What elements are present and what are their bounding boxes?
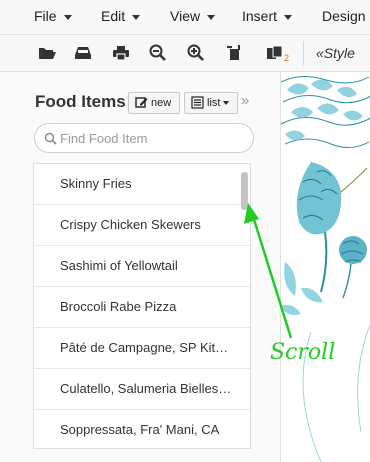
chevron-down-icon xyxy=(63,14,72,20)
zoom-in-icon[interactable] xyxy=(186,43,206,63)
scroll-annotation: Scroll xyxy=(270,340,336,365)
zoom-out-icon[interactable] xyxy=(148,43,168,63)
menu-bar: File Edit View Insert Design xyxy=(0,0,370,35)
chevron-down-icon xyxy=(223,101,230,106)
search-box xyxy=(34,123,254,153)
layers-badge-count: 2 xyxy=(284,53,289,63)
list-item[interactable]: Crispy Chicken Skewers xyxy=(34,205,250,246)
list-item[interactable]: Culatello, Salumeria Bielles… xyxy=(34,369,250,410)
folder-open-icon[interactable] xyxy=(37,43,57,63)
list-item[interactable]: Skinny Fries xyxy=(34,164,250,205)
list-scrollbar[interactable] xyxy=(241,172,248,210)
menu-view[interactable]: View xyxy=(170,0,216,34)
chevron-down-icon xyxy=(207,14,216,20)
menu-edit[interactable]: Edit xyxy=(101,0,141,34)
menu-design[interactable]: Design xyxy=(322,0,366,34)
list-item[interactable]: Sashimi of Yellowtail xyxy=(34,246,250,287)
list-label: list xyxy=(207,97,221,109)
design-canvas[interactable] xyxy=(280,72,370,462)
menu-file[interactable]: File xyxy=(34,0,72,34)
list-item[interactable]: Pâté de Campagne, SP Kit… xyxy=(34,328,250,369)
chevron-down-icon xyxy=(132,14,141,20)
new-label: new xyxy=(151,97,172,109)
print-icon[interactable] xyxy=(111,43,131,63)
panel-title: Food Items xyxy=(35,92,126,111)
food-items-list: Skinny Fries Crispy Chicken Skewers Sash… xyxy=(33,163,251,449)
edit-icon xyxy=(135,96,148,116)
chevron-down-icon xyxy=(284,14,293,20)
list-view-button[interactable]: list xyxy=(184,92,238,114)
menu-insert[interactable]: Insert xyxy=(242,0,293,34)
list-item[interactable]: Broccoli Rabe Pizza xyxy=(34,287,250,328)
collapse-panel-button[interactable]: » xyxy=(241,92,249,109)
toolbar: 2 «Style xyxy=(0,35,370,72)
layers-badge-icon[interactable]: 2 xyxy=(265,43,293,63)
list-icon xyxy=(191,96,204,116)
search-icon xyxy=(44,132,57,150)
list-item[interactable]: Soppressata, Fra' Mani, CA xyxy=(34,410,250,448)
inbox-tray-icon[interactable] xyxy=(73,43,93,63)
search-input[interactable] xyxy=(60,129,245,147)
bring-forward-icon[interactable] xyxy=(225,43,245,63)
style-menu[interactable]: «Style xyxy=(316,45,355,61)
new-item-button[interactable]: new xyxy=(128,92,180,114)
artichoke-illustration xyxy=(281,76,370,462)
toolbar-divider xyxy=(303,41,304,65)
